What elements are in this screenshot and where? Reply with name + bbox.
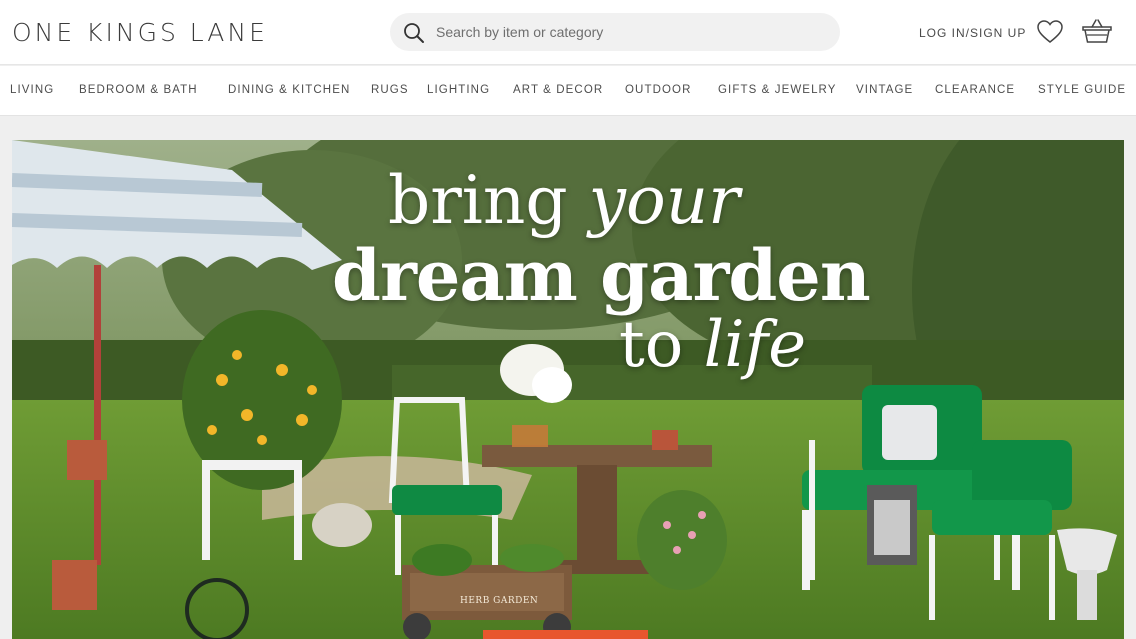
nav-item-living[interactable]: LIVING xyxy=(10,84,54,96)
nav-item-outdoor[interactable]: OUTDOOR xyxy=(625,84,691,96)
herb-garden-sign: HERB GARDEN xyxy=(460,596,539,606)
search-bar[interactable] xyxy=(390,13,840,51)
nav-item-gifts-jewelry[interactable]: GIFTS & JEWELRY xyxy=(718,84,837,96)
shop-now-button[interactable] xyxy=(483,630,648,639)
nav-item-lighting[interactable]: LIGHTING xyxy=(427,84,490,96)
headline-line-1: bring your xyxy=(388,162,740,239)
headline-word-your: your xyxy=(588,162,740,239)
headline-word-bring: bring xyxy=(388,162,589,239)
login-signup-link[interactable]: LOG IN/SIGN UP xyxy=(919,26,1026,40)
heart-icon[interactable] xyxy=(1036,19,1064,45)
nav-item-bedroom-bath[interactable]: BEDROOM & BATH xyxy=(79,84,198,96)
nav-item-art-decor[interactable]: ART & DECOR xyxy=(513,84,603,96)
search-icon[interactable] xyxy=(402,21,426,45)
nav-item-vintage[interactable]: VINTAGE xyxy=(856,84,913,96)
site-logo[interactable]: ONE KINGS LANE xyxy=(12,18,268,47)
nav-item-dining-kitchen[interactable]: DINING & KITCHEN xyxy=(228,84,350,96)
search-input[interactable] xyxy=(436,22,816,42)
headline-word-life: life xyxy=(703,308,807,382)
headline-line-2: dream garden xyxy=(332,234,871,317)
nav-item-style-guide[interactable]: STYLE GUIDE xyxy=(1038,84,1126,96)
hero-banner[interactable]: bring your dream garden to life HERB GAR… xyxy=(12,140,1124,639)
headline-word-to: to xyxy=(619,308,704,382)
nav-item-rugs[interactable]: RUGS xyxy=(371,84,409,96)
nav-item-clearance[interactable]: CLEARANCE xyxy=(935,84,1015,96)
basket-icon[interactable] xyxy=(1081,17,1113,45)
site-header: ONE KINGS LANE LOG IN/SIGN UP xyxy=(0,0,1136,65)
headline-line-3: to life xyxy=(619,308,806,382)
main-navigation: LIVING BEDROOM & BATH DINING & KITCHEN R… xyxy=(0,66,1136,116)
hero-headline: bring your dream garden to life xyxy=(12,140,1124,400)
